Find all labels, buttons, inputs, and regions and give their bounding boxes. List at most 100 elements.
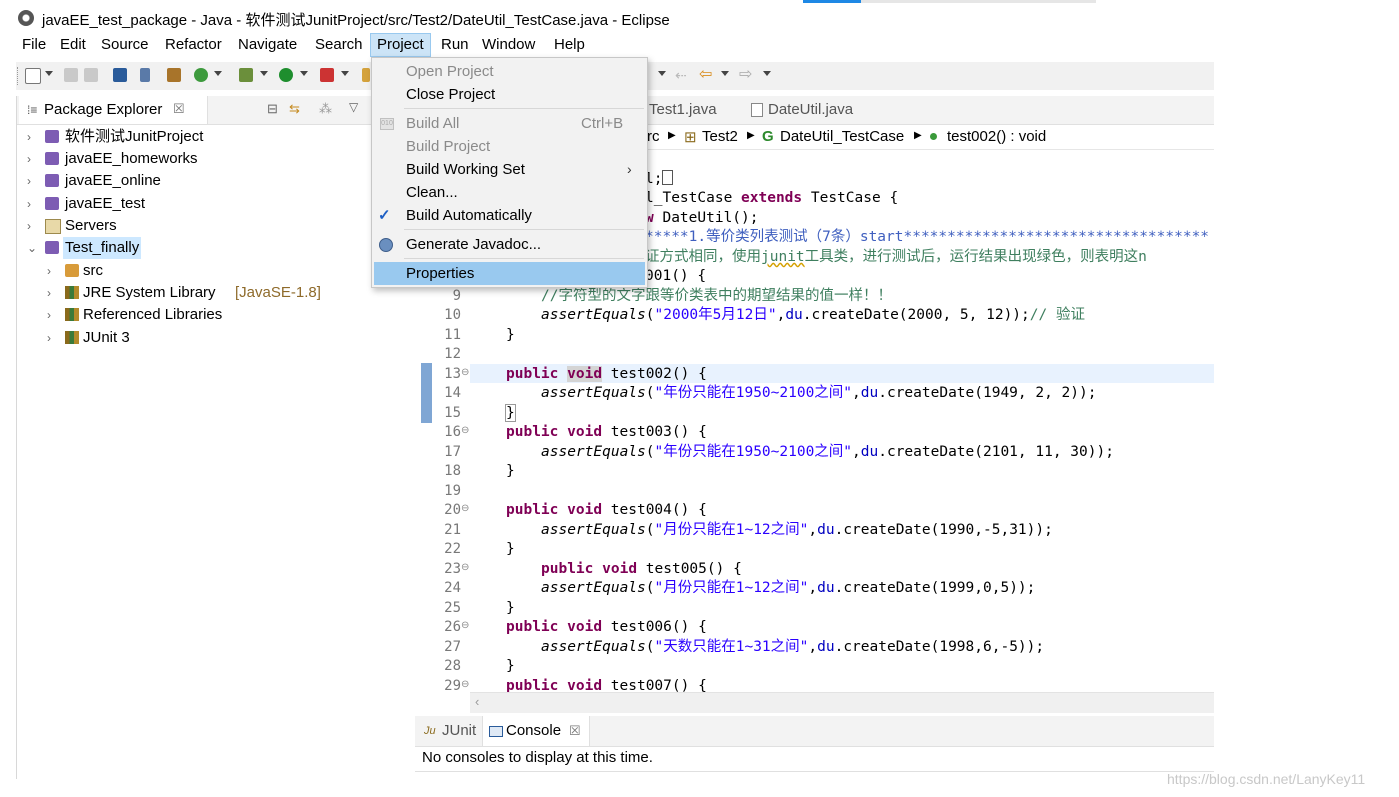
tab-junit[interactable]: Ju JUnit <box>415 716 481 746</box>
tree-item-project-test[interactable]: › javaEE_test <box>27 193 407 215</box>
tree-item-referenced-libraries[interactable]: › Referenced Libraries <box>47 304 407 326</box>
back-dropdown-icon[interactable] <box>721 71 729 76</box>
save-all-icon[interactable] <box>84 68 98 82</box>
breadcrumb-separator-icon: ▶ <box>747 130 755 141</box>
chevron-right-icon[interactable]: › <box>47 327 59 349</box>
chevron-right-icon[interactable]: › <box>27 215 39 237</box>
breadcrumb-method[interactable]: test002() : void <box>947 128 1046 145</box>
close-icon[interactable]: ☒ <box>569 723 581 739</box>
menu-navigate[interactable]: Navigate <box>232 33 303 57</box>
forward-icon[interactable]: ⇨ <box>739 67 753 83</box>
menu-separator <box>404 258 644 259</box>
menu-item-clean[interactable]: Clean... <box>372 181 647 204</box>
menu-item-build-automatically[interactable]: ✓ Build Automatically <box>372 204 647 227</box>
run-icon[interactable] <box>279 68 293 82</box>
scroll-left-icon[interactable]: ‹ <box>475 694 479 709</box>
debug-icon[interactable] <box>239 68 253 82</box>
terminal-icon[interactable] <box>113 68 127 82</box>
chevron-down-icon[interactable]: ⌄ <box>27 237 39 259</box>
fold-icon[interactable]: ⊖ <box>461 620 469 631</box>
last-edit-icon[interactable]: ⇠ <box>675 68 689 82</box>
chevron-right-icon[interactable]: › <box>27 148 39 170</box>
close-icon[interactable]: ☒ <box>173 101 185 117</box>
link-with-editor-icon[interactable]: ⇆ <box>289 101 300 117</box>
external-tools-dropdown-icon[interactable] <box>341 71 349 76</box>
new-java-project-icon[interactable] <box>167 68 181 82</box>
focus-icon[interactable]: ⁂ <box>319 101 332 117</box>
tree-item-project-online[interactable]: › javaEE_online <box>27 170 407 192</box>
menu-item-properties[interactable]: Properties <box>374 262 645 285</box>
menu-item-build-project[interactable]: Build Project <box>372 135 647 158</box>
fold-icon[interactable]: ⊖ <box>461 503 469 514</box>
keyword: public <box>506 502 559 518</box>
skip-breakpoints-icon[interactable] <box>140 68 150 82</box>
code-line-23: public void test005() { <box>541 560 742 580</box>
fold-icon[interactable]: ⊖ <box>461 367 469 378</box>
menu-source[interactable]: Source <box>95 33 155 57</box>
new-class-icon[interactable] <box>194 68 208 82</box>
forward-dropdown-icon[interactable] <box>763 71 771 76</box>
tab-test1[interactable]: Test1.java <box>649 101 717 118</box>
menu-edit[interactable]: Edit <box>54 33 92 57</box>
menu-item-build-working-set[interactable]: Build Working Set › <box>372 158 647 181</box>
menu-item-build-all[interactable]: 010 Build All Ctrl+B <box>372 112 647 135</box>
menu-run[interactable]: Run <box>435 33 475 57</box>
tab-dateutil[interactable]: DateUtil.java <box>768 101 853 118</box>
tab-console[interactable]: Console ☒ <box>482 716 590 746</box>
chevron-right-icon[interactable]: › <box>47 282 59 304</box>
menu-window[interactable]: Window <box>476 33 541 57</box>
tree-item-src[interactable]: › src <box>47 260 407 282</box>
tree-item-junit3[interactable]: › JUnit 3 <box>47 327 407 349</box>
tree-item-label: JRE System Library <box>83 284 216 301</box>
new-dropdown-icon[interactable] <box>45 71 53 76</box>
new-class-dropdown-icon[interactable] <box>214 71 222 76</box>
menu-search[interactable]: Search <box>309 33 369 57</box>
fold-icon[interactable]: ⊖ <box>461 679 469 690</box>
package-explorer-header: ⁞≡ Package Explorer ☒ ⊟ ⇆ ⁂ ▽ <box>17 96 416 125</box>
collapse-all-icon[interactable]: ⊟ <box>267 101 278 117</box>
tree-item-jre[interactable]: › JRE System Library [JavaSE-1.8] <box>47 282 407 304</box>
library-icon <box>65 331 79 344</box>
keyword-highlighted: void <box>567 366 603 382</box>
save-icon[interactable] <box>64 68 78 82</box>
debug-dropdown-icon[interactable] <box>260 71 268 76</box>
menu-refactor[interactable]: Refactor <box>159 33 228 57</box>
menu-item-open-project[interactable]: Open Project <box>372 60 647 83</box>
new-file-icon[interactable] <box>25 68 41 84</box>
view-menu-icon[interactable]: ▽ <box>349 100 358 114</box>
fold-icon[interactable]: ⊖ <box>461 562 469 573</box>
string-literal: "月份只能在1~12之间" <box>654 522 809 538</box>
menu-item-label: Properties <box>406 265 475 282</box>
chevron-right-icon[interactable]: › <box>47 304 59 326</box>
open-type-icon[interactable] <box>362 68 370 82</box>
menu-item-close-project[interactable]: Close Project <box>372 83 647 106</box>
chevron-right-icon[interactable]: › <box>27 126 39 148</box>
menu-project[interactable]: Project <box>370 33 431 57</box>
external-tools-icon[interactable] <box>320 68 334 82</box>
java-file-icon <box>751 103 763 117</box>
horizontal-scrollbar[interactable]: ‹ <box>470 692 1214 713</box>
chevron-right-icon[interactable]: › <box>27 170 39 192</box>
chevron-right-icon[interactable]: › <box>47 260 59 282</box>
back-icon[interactable]: ⇦ <box>699 67 713 83</box>
breadcrumb-src[interactable]: rc <box>647 128 660 145</box>
tree-item-servers[interactable]: › Servers <box>27 215 407 237</box>
tree-item-project-junit[interactable]: › 软件测试JunitProject <box>27 126 407 148</box>
menu-item-generate-javadoc[interactable]: Generate Javadoc... <box>372 233 647 256</box>
breadcrumb-class[interactable]: DateUtil_TestCase <box>780 128 904 145</box>
tab-label: JUnit <box>442 722 477 739</box>
menu-help[interactable]: Help <box>548 33 591 57</box>
tree-item-project-homeworks[interactable]: › javaEE_homeworks <box>27 148 407 170</box>
annotation-dropdown-icon[interactable] <box>658 71 666 76</box>
menu-item-label: Build Project <box>406 138 491 155</box>
string-literal: "年份只能在1950~2100之间" <box>654 444 853 460</box>
menu-file[interactable]: File <box>16 33 52 57</box>
tree-item-project-test-finally[interactable]: ⌄ Test_finally <box>27 237 407 259</box>
run-dropdown-icon[interactable] <box>300 71 308 76</box>
package-explorer-title: Package Explorer <box>44 101 163 118</box>
package-explorer-tab[interactable]: ⁞≡ Package Explorer ☒ <box>19 96 208 124</box>
chevron-right-icon[interactable]: › <box>27 193 39 215</box>
top-edge-strip <box>861 0 1096 3</box>
fold-icon[interactable]: ⊖ <box>461 425 469 436</box>
breadcrumb-package[interactable]: Test2 <box>702 128 738 145</box>
